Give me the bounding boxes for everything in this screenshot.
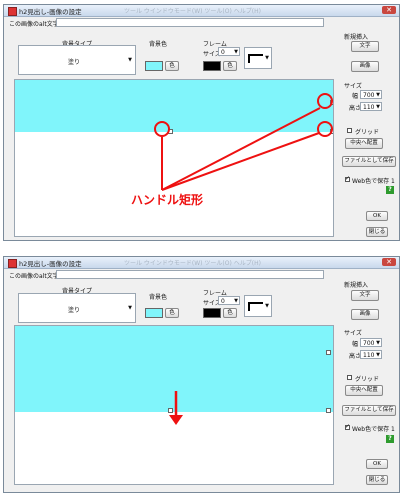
dialog-window-bottom: h2見出し-画像の設定 ツール ウインドウモード(W) ツール(O) ヘルプ(H… bbox=[3, 256, 400, 493]
drag-down-arrow-icon bbox=[169, 391, 183, 425]
annotation-label: ハンドル矩形 bbox=[131, 193, 204, 207]
dialog-window-top: h2見出し-画像の設定 ツール ウインドウモード(W) ツール(O) ヘルプ(H… bbox=[3, 4, 400, 241]
